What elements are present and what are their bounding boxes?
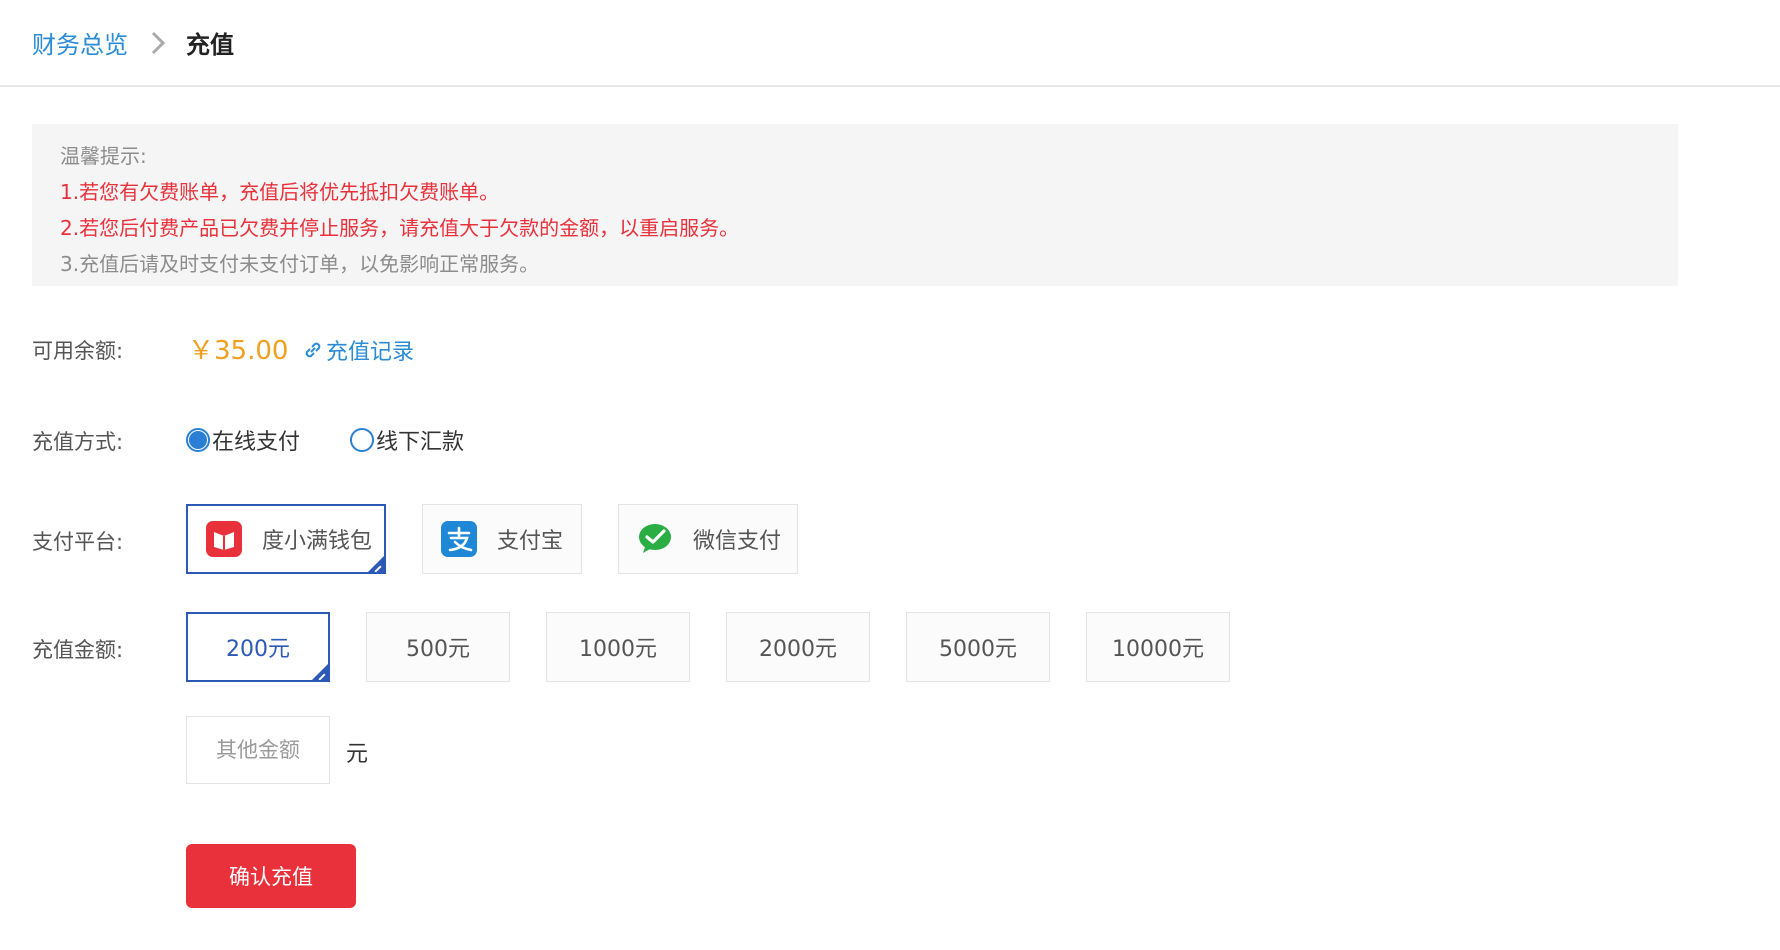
wechat-pay-icon xyxy=(637,521,673,557)
notice-item-3: 3.充值后请及时支付未支付订单，以免影响正常服务。 xyxy=(60,252,540,276)
amount-option-500[interactable]: 500元 xyxy=(366,612,510,682)
balance-value: ￥35.00 xyxy=(188,336,289,366)
method-label: 充值方式: xyxy=(32,430,124,454)
radio-checked-icon xyxy=(186,428,210,452)
notice-item-1: 1.若您有欠费账单，充值后将优先抵扣欠费账单。 xyxy=(60,180,500,204)
platform-duxiaoman-label: 度小满钱包 xyxy=(262,529,373,554)
amount-option-2000[interactable]: 2000元 xyxy=(726,612,870,682)
platform-alipay-label: 支付宝 xyxy=(497,529,564,554)
amount-option-label: 500元 xyxy=(406,637,470,662)
amount-option-10000[interactable]: 10000元 xyxy=(1086,612,1230,682)
notice-box: 温馨提示: 1.若您有欠费账单，充值后将优先抵扣欠费账单。 2.若您后付费产品已… xyxy=(32,124,1678,286)
radio-online-label: 在线支付 xyxy=(212,430,301,455)
radio-offline-transfer[interactable]: 线下汇款 xyxy=(350,424,464,456)
amount-unit: 元 xyxy=(346,742,369,767)
confirm-recharge-button[interactable]: 确认充值 xyxy=(186,844,356,908)
amount-option-200[interactable]: 200元 xyxy=(186,612,330,682)
recharge-record-link[interactable]: 充值记录 xyxy=(302,334,414,366)
selected-check-icon xyxy=(368,556,384,572)
amount-option-label: 2000元 xyxy=(759,637,837,662)
amount-option-1000[interactable]: 1000元 xyxy=(546,612,690,682)
breadcrumb-finance-overview[interactable]: 财务总览 xyxy=(32,25,128,60)
amount-option-5000[interactable]: 5000元 xyxy=(906,612,1050,682)
recharge-record-label: 充值记录 xyxy=(326,340,415,365)
radio-online-payment[interactable]: 在线支付 xyxy=(186,424,300,456)
alipay-icon xyxy=(441,521,477,557)
chevron-right-icon xyxy=(150,30,166,56)
link-icon xyxy=(302,339,324,361)
platform-label: 支付平台: xyxy=(32,530,124,554)
notice-item-2: 2.若您后付费产品已欠费并停止服务，请充值大于欠款的金额，以重启服务。 xyxy=(60,216,740,240)
amount-option-label: 1000元 xyxy=(579,637,657,662)
radio-offline-label: 线下汇款 xyxy=(376,430,465,455)
amount-option-label: 5000元 xyxy=(939,637,1017,662)
notice-title: 温馨提示: xyxy=(60,144,147,168)
selected-check-icon xyxy=(312,664,328,680)
breadcrumb: 财务总览 充值 xyxy=(0,0,1780,87)
other-amount-input[interactable] xyxy=(186,716,330,784)
amount-label: 充值金额: xyxy=(32,638,124,662)
amount-option-label: 10000元 xyxy=(1112,637,1204,662)
page-title: 充值 xyxy=(186,31,234,59)
platform-wechat[interactable]: 微信支付 xyxy=(618,504,798,574)
radio-unchecked-icon xyxy=(350,428,374,452)
platform-wechat-label: 微信支付 xyxy=(693,529,782,554)
platform-duxiaoman[interactable]: 度小满钱包 xyxy=(186,504,386,574)
platform-alipay[interactable]: 支付宝 xyxy=(422,504,582,574)
balance-label: 可用余额: xyxy=(32,339,124,363)
amount-option-label: 200元 xyxy=(226,637,290,662)
duxiaoman-wallet-icon xyxy=(206,521,242,557)
